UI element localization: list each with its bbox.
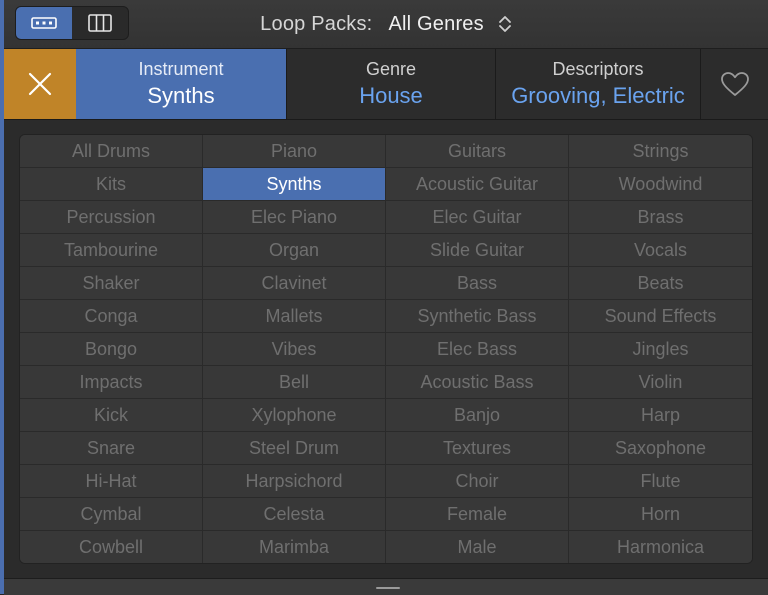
keyword-button-xylophone[interactable]: Xylophone xyxy=(203,399,386,432)
toolbar: Loop Packs: All Genres xyxy=(4,0,768,49)
loop-packs-label: Loop Packs: xyxy=(260,12,373,35)
genre-filter-title: Genre xyxy=(365,59,417,79)
keyword-button-hi-hat[interactable]: Hi-Hat xyxy=(20,465,203,498)
keyword-button-bass[interactable]: Bass xyxy=(386,267,569,300)
keyword-button-kick[interactable]: Kick xyxy=(20,399,203,432)
keyword-button-guitars[interactable]: Guitars xyxy=(386,135,569,168)
close-icon xyxy=(28,72,52,96)
genre-filter-tab[interactable]: Genre House xyxy=(286,49,495,119)
resize-bar[interactable] xyxy=(4,578,768,595)
keyword-button-bongo[interactable]: Bongo xyxy=(20,333,203,366)
keyword-button-violin[interactable]: Violin xyxy=(569,366,752,399)
keyword-button-strings[interactable]: Strings xyxy=(569,135,752,168)
keyword-button-vocals[interactable]: Vocals xyxy=(569,234,752,267)
keyword-button-cymbal[interactable]: Cymbal xyxy=(20,498,203,531)
keyword-button-clavinet[interactable]: Clavinet xyxy=(203,267,386,300)
descriptors-filter-tab[interactable]: Descriptors Grooving, Electric xyxy=(495,49,700,119)
instrument-filter-tab[interactable]: Instrument Synths xyxy=(76,49,286,119)
keyword-button-choir[interactable]: Choir xyxy=(386,465,569,498)
keyword-button-grid: All Drums Piano Guitars Strings Kits Synths Ac… xyxy=(20,135,752,563)
heart-icon xyxy=(720,72,749,96)
keyword-button-elec-guitar[interactable]: Elec Guitar xyxy=(386,201,569,234)
loop-packs-selector[interactable]: Loop Packs: All Genres xyxy=(4,0,768,48)
keyword-button-synths[interactable]: Synths xyxy=(203,168,386,201)
keyword-button-percussion[interactable]: Percussion xyxy=(20,201,203,234)
keyword-button-bell[interactable]: Bell xyxy=(203,366,386,399)
keyword-button-harp[interactable]: Harp xyxy=(569,399,752,432)
keyword-button-elec-bass[interactable]: Elec Bass xyxy=(386,333,569,366)
keyword-button-shaker[interactable]: Shaker xyxy=(20,267,203,300)
keyword-button-male[interactable]: Male xyxy=(386,531,569,563)
keyword-button-textures[interactable]: Textures xyxy=(386,432,569,465)
loop-browser-panel: Loop Packs: All Genres Instrument Synths… xyxy=(0,0,768,595)
instrument-keyword-grid: All Drums Piano Guitars Strings Kits Synths Ac… xyxy=(19,134,753,564)
up-down-chevron-icon xyxy=(498,14,512,34)
descriptors-filter-value: Grooving, Electric xyxy=(511,83,685,108)
keyword-button-brass[interactable]: Brass xyxy=(569,201,752,234)
instrument-filter-title: Instrument xyxy=(138,59,224,79)
keyword-button-organ[interactable]: Organ xyxy=(203,234,386,267)
keyword-button-saxophone[interactable]: Saxophone xyxy=(569,432,752,465)
keyword-button-cowbell[interactable]: Cowbell xyxy=(20,531,203,563)
keyword-button-acoustic-bass[interactable]: Acoustic Bass xyxy=(386,366,569,399)
descriptors-filter-title: Descriptors xyxy=(552,59,644,79)
keyword-button-marimba[interactable]: Marimba xyxy=(203,531,386,563)
keyword-button-impacts[interactable]: Impacts xyxy=(20,366,203,399)
keyword-button-acoustic-guitar[interactable]: Acoustic Guitar xyxy=(386,168,569,201)
keyword-button-slide-guitar[interactable]: Slide Guitar xyxy=(386,234,569,267)
keyword-button-harmonica[interactable]: Harmonica xyxy=(569,531,752,563)
keyword-button-conga[interactable]: Conga xyxy=(20,300,203,333)
keyword-button-beats[interactable]: Beats xyxy=(569,267,752,300)
keyword-button-all-drums[interactable]: All Drums xyxy=(20,135,203,168)
keyword-button-mallets[interactable]: Mallets xyxy=(203,300,386,333)
keyword-button-elec-piano[interactable]: Elec Piano xyxy=(203,201,386,234)
keyword-button-jingles[interactable]: Jingles xyxy=(569,333,752,366)
keyword-button-sound-effects[interactable]: Sound Effects xyxy=(569,300,752,333)
keyword-button-woodwind[interactable]: Woodwind xyxy=(569,168,752,201)
keyword-button-banjo[interactable]: Banjo xyxy=(386,399,569,432)
keyword-button-celesta[interactable]: Celesta xyxy=(203,498,386,531)
instrument-filter-value: Synths xyxy=(147,83,215,108)
genre-filter-value: House xyxy=(359,83,423,108)
keyword-button-harpsichord[interactable]: Harpsichord xyxy=(203,465,386,498)
keyword-button-horn[interactable]: Horn xyxy=(569,498,752,531)
keyword-button-steel-drum[interactable]: Steel Drum xyxy=(203,432,386,465)
keyword-button-piano[interactable]: Piano xyxy=(203,135,386,168)
favorites-button[interactable] xyxy=(700,49,768,119)
keyword-button-female[interactable]: Female xyxy=(386,498,569,531)
loop-packs-value: All Genres xyxy=(388,12,484,35)
keyword-button-vibes[interactable]: Vibes xyxy=(203,333,386,366)
filter-header: Instrument Synths Genre House Descriptor… xyxy=(4,49,768,120)
resize-handle-icon[interactable] xyxy=(376,587,400,589)
reset-filters-button[interactable] xyxy=(4,49,76,119)
keyword-button-snare[interactable]: Snare xyxy=(20,432,203,465)
keyword-button-flute[interactable]: Flute xyxy=(569,465,752,498)
keyword-button-synthetic-bass[interactable]: Synthetic Bass xyxy=(386,300,569,333)
keyword-button-kits[interactable]: Kits xyxy=(20,168,203,201)
keyword-button-tambourine[interactable]: Tambourine xyxy=(20,234,203,267)
